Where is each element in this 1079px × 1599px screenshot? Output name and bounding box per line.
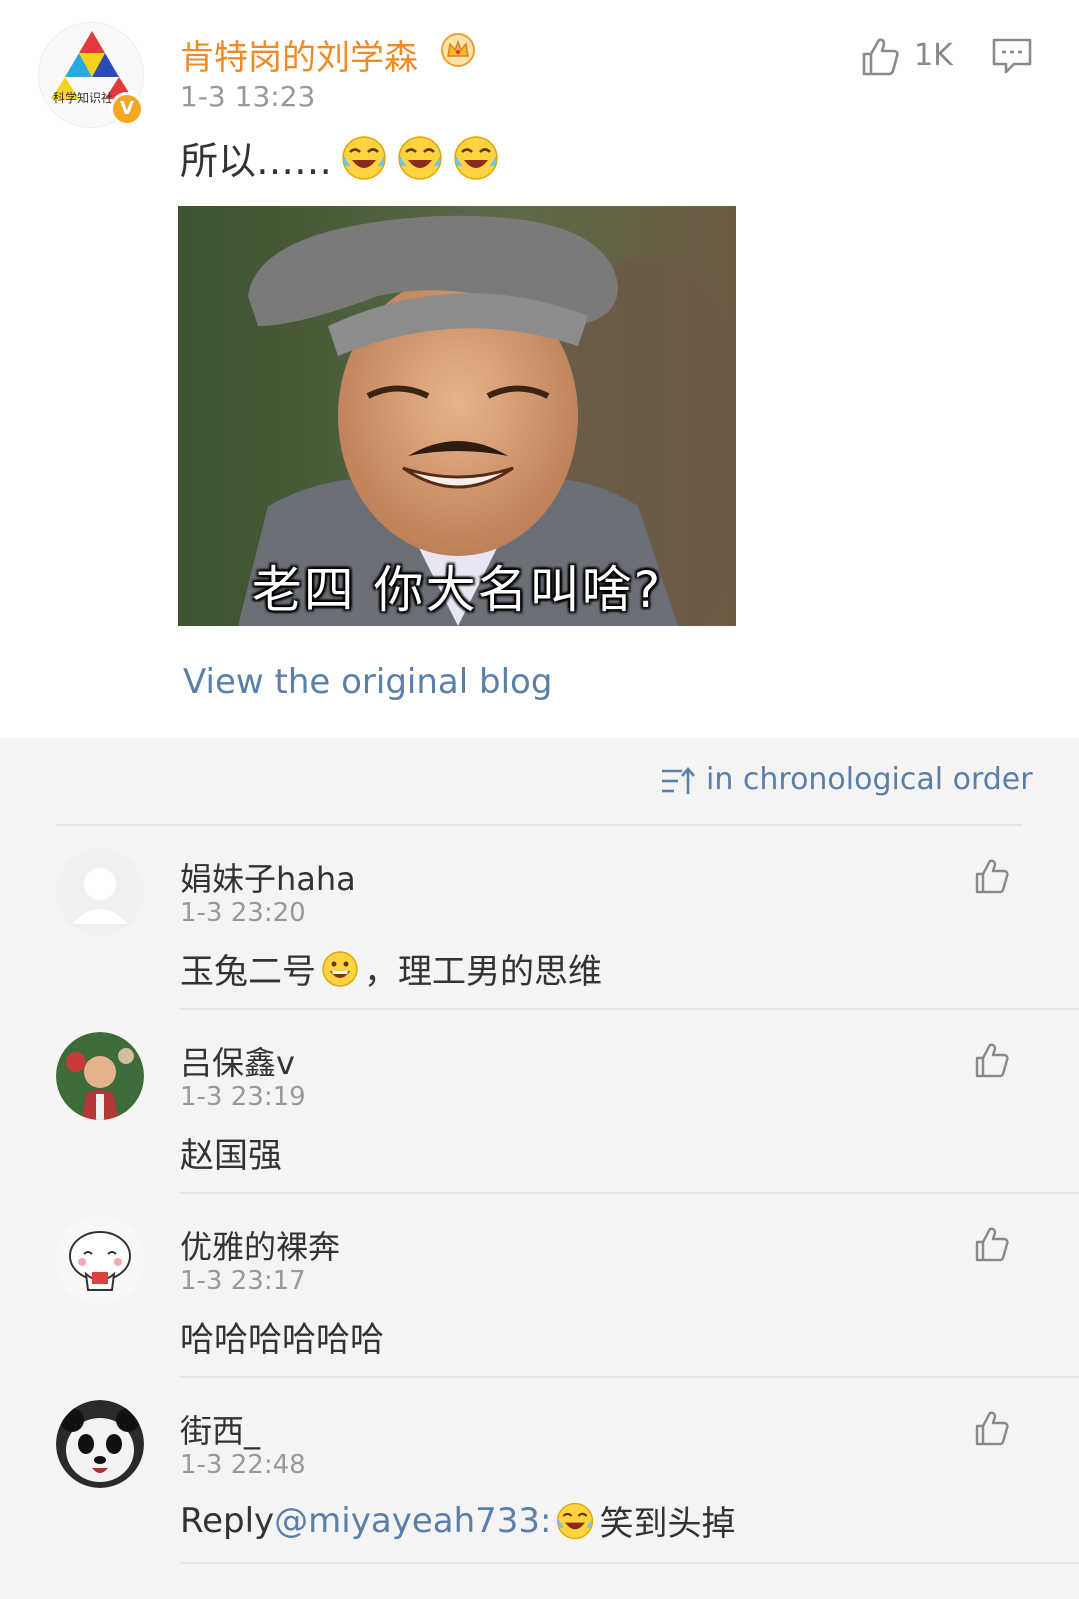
avatar-logo-text: 科学知识社 — [53, 91, 114, 105]
image-caption: 老四 你大名叫啥? — [251, 561, 663, 619]
divider — [180, 1562, 1079, 1564]
grin-emoji-icon — [322, 950, 358, 987]
original-post: 科学知识社 V 肯特岗的刘学森 1-3 13:23 1K 所以…… 老四 你大名… — [0, 0, 1079, 738]
comment-time: 1-3 22:48 — [180, 1450, 306, 1480]
post-time: 1-3 13:23 — [180, 80, 316, 113]
view-original-blog-link[interactable]: View the original blog — [183, 662, 552, 702]
comment-text: 赵国强 — [180, 1136, 282, 1176]
like-icon[interactable] — [858, 34, 902, 78]
panda-avatar — [56, 1400, 144, 1488]
cartoon-bun-avatar — [56, 1216, 144, 1304]
mention-link[interactable]: @miyayeah733: — [274, 1501, 551, 1541]
comment-item: 优雅的裸奔 1-3 23:17 哈哈哈哈哈哈 — [0, 1194, 1079, 1378]
default-avatar-icon — [56, 848, 144, 936]
commenter-name[interactable]: 娟妹子haha — [180, 854, 356, 900]
comment-item: 吕保鑫v 1-3 23:19 赵国强 — [0, 1010, 1079, 1194]
comment-time: 1-3 23:19 — [180, 1082, 306, 1112]
sort-icon[interactable] — [660, 766, 696, 796]
like-icon[interactable] — [972, 1224, 1012, 1264]
laughing-emoji-icon — [342, 135, 386, 180]
like-icon[interactable] — [972, 1040, 1012, 1080]
comment-text: 玉兔二号 ，理工男的思维 — [180, 944, 602, 993]
laughing-emoji-icon — [557, 1502, 594, 1539]
commenter-name[interactable]: 街西_ — [180, 1406, 260, 1452]
verified-badge: V — [110, 92, 144, 126]
reply-prefix: Reply — [180, 1500, 275, 1541]
sort-order-toggle[interactable]: in chronological order — [706, 762, 1033, 797]
comment-item: 街西_ 1-3 22:48 Reply @miyayeah733: 笑到头掉 — [0, 1378, 1079, 1562]
comment-text-part: 玉兔二号 — [180, 952, 316, 992]
crown-icon — [441, 33, 475, 67]
commenter-avatar[interactable] — [56, 1032, 144, 1120]
comment-text-part: 笑到头掉 — [599, 1504, 736, 1544]
like-icon[interactable] — [972, 1408, 1012, 1448]
commenter-avatar[interactable] — [56, 1216, 144, 1304]
laughing-emoji-icon — [454, 135, 498, 180]
post-image[interactable]: 老四 你大名叫啥? — [178, 206, 736, 626]
author-name[interactable]: 肯特岗的刘学森 — [180, 30, 418, 79]
comment-text: 哈哈哈哈哈哈 — [180, 1320, 384, 1360]
commenter-name[interactable]: 吕保鑫v — [180, 1038, 295, 1084]
post-text: 所以…… — [180, 130, 500, 185]
comment-text-part: ，理工男的思维 — [364, 952, 602, 992]
comment-icon[interactable] — [990, 36, 1034, 76]
post-text-content: 所以…… — [180, 139, 333, 183]
comment-time: 1-3 23:17 — [180, 1266, 306, 1296]
comment-time: 1-3 23:20 — [180, 898, 306, 928]
comment-text: Reply @miyayeah733: 笑到头掉 — [180, 1496, 735, 1545]
like-icon[interactable] — [972, 856, 1012, 896]
laughing-emoji-icon — [398, 135, 442, 180]
commenter-avatar[interactable] — [56, 848, 144, 936]
child-photo-avatar — [56, 1032, 144, 1120]
like-count: 1K — [914, 38, 953, 73]
commenter-avatar[interactable] — [56, 1400, 144, 1488]
comment-item: 娟妹子haha 1-3 23:20 玉兔二号 ，理工男的思维 — [0, 826, 1079, 1010]
commenter-name[interactable]: 优雅的裸奔 — [180, 1222, 340, 1268]
